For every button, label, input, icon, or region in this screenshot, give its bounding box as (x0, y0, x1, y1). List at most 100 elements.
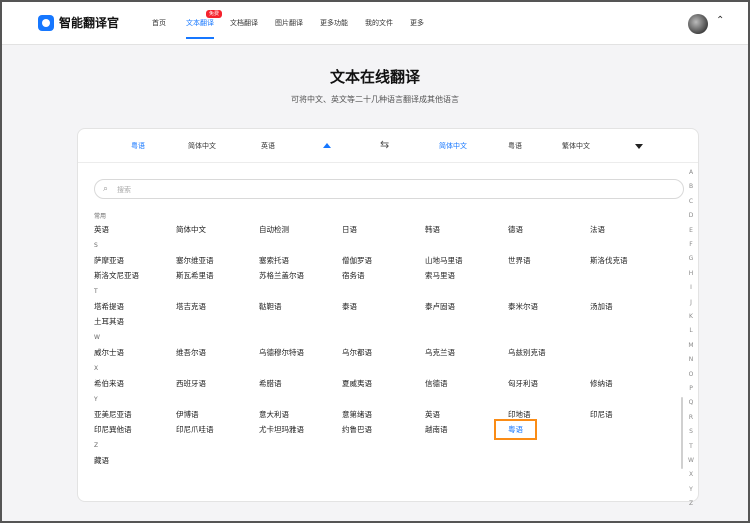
language-option[interactable]: 乌克兰语 (425, 347, 455, 358)
source-lang-option[interactable]: 粤语 (131, 141, 145, 151)
source-lang-option[interactable]: 英语 (261, 141, 275, 151)
caret-up-icon[interactable] (323, 143, 331, 148)
language-option[interactable]: 塞尔维亚语 (176, 255, 214, 266)
language-option[interactable]: 法语 (590, 224, 605, 235)
language-option[interactable]: 泰卢固语 (425, 301, 455, 312)
source-lang-option[interactable]: 简体中文 (188, 141, 216, 151)
section-letter: X (94, 365, 99, 372)
nav-item-text-translate[interactable]: 文本翻译 免费 (186, 2, 222, 45)
language-option[interactable]: 修纳语 (590, 378, 613, 389)
alphabet-index-item[interactable]: J (687, 299, 695, 306)
language-option[interactable]: 西班牙语 (176, 378, 206, 389)
alphabet-index-item[interactable]: R (687, 414, 695, 421)
alphabet-index-item[interactable]: M (687, 342, 695, 349)
avatar[interactable] (688, 14, 708, 34)
language-option[interactable]: 越南语 (425, 424, 448, 435)
language-option[interactable]: 世界语 (508, 255, 531, 266)
language-option[interactable]: 意大利语 (259, 409, 289, 420)
nav-item-image-translate[interactable]: 图片翻译 (275, 2, 303, 45)
language-option[interactable]: 塞索托语 (259, 255, 289, 266)
language-option[interactable]: 斯洛伐克语 (590, 255, 628, 266)
language-option[interactable]: 宿务语 (342, 270, 365, 281)
section-letter: S (94, 242, 98, 249)
language-option[interactable]: 印尼语 (590, 409, 613, 420)
alphabet-index-item[interactable]: K (687, 313, 695, 320)
alphabet-index-item[interactable]: Y (687, 486, 695, 493)
language-option[interactable]: 伊博语 (176, 409, 199, 420)
alphabet-index-item[interactable]: O (687, 371, 695, 378)
language-option[interactable]: 乌兹别克语 (508, 347, 546, 358)
alphabet-index-item[interactable]: A (687, 169, 695, 176)
language-option[interactable]: 简体中文 (176, 224, 206, 235)
language-option[interactable]: 鞑靼语 (259, 301, 282, 312)
alphabet-index-item[interactable]: B (687, 183, 695, 190)
alphabet-index-item[interactable]: Z (687, 500, 695, 507)
language-option[interactable]: 意第绪语 (342, 409, 372, 420)
target-lang-option[interactable]: 繁体中文 (562, 141, 590, 151)
nav-item-more[interactable]: 更多 (410, 2, 424, 45)
language-option[interactable]: 夏威夷语 (342, 378, 372, 389)
language-option[interactable]: 韩语 (425, 224, 440, 235)
alphabet-index-item[interactable]: I (687, 284, 695, 291)
language-option[interactable]: 英语 (425, 409, 440, 420)
nav-item-home[interactable]: 首页 (152, 2, 166, 45)
alphabet-index-item[interactable]: N (687, 356, 695, 363)
alphabet-index-item[interactable]: P (687, 385, 695, 392)
language-option[interactable]: 汤加语 (590, 301, 613, 312)
language-option[interactable]: 乌德穆尔特语 (259, 347, 304, 358)
app-logo[interactable]: 智能翻译官 (38, 14, 119, 31)
language-option[interactable]: 索马里语 (425, 270, 455, 281)
language-option[interactable]: 自动检测 (259, 224, 289, 235)
alphabet-index-item[interactable]: D (687, 212, 695, 219)
language-option[interactable]: 匈牙利语 (508, 378, 538, 389)
language-option[interactable]: 尤卡坦玛雅语 (259, 424, 304, 435)
language-option[interactable]: 塔希提语 (94, 301, 124, 312)
alphabet-index-item[interactable]: C (687, 198, 695, 205)
alphabet-index-item[interactable]: G (687, 255, 695, 262)
target-lang-option[interactable]: 粤语 (508, 141, 522, 151)
alphabet-index-item[interactable]: F (687, 241, 695, 248)
alphabet-index-item[interactable]: S (687, 428, 695, 435)
alphabet-index-item[interactable]: L (687, 327, 695, 334)
scrollbar[interactable] (681, 397, 683, 469)
language-option[interactable]: 威尔士语 (94, 347, 124, 358)
language-option-selected[interactable]: 粤语 (494, 419, 537, 440)
language-option[interactable]: 僧伽罗语 (342, 255, 372, 266)
language-option[interactable]: 信德语 (425, 378, 448, 389)
language-option[interactable]: 约鲁巴语 (342, 424, 372, 435)
alphabet-index-item[interactable]: T (687, 443, 695, 450)
language-option[interactable]: 德语 (508, 224, 523, 235)
language-option[interactable]: 亚美尼亚语 (94, 409, 132, 420)
language-option[interactable]: 英语 (94, 224, 109, 235)
target-lang-option[interactable]: 简体中文 (439, 141, 467, 151)
language-option[interactable]: 泰语 (342, 301, 357, 312)
language-search-input[interactable]: ⌕ 搜索 (94, 179, 684, 199)
language-option[interactable]: 印尼巽他语 (94, 424, 132, 435)
chevron-up-icon[interactable]: ⌃ (716, 15, 724, 26)
language-option[interactable]: 塔吉克语 (176, 301, 206, 312)
alphabet-index-item[interactable]: H (687, 270, 695, 277)
nav-item-doc-translate[interactable]: 文档翻译 (230, 2, 258, 45)
language-option[interactable]: 希腊语 (259, 378, 282, 389)
language-option[interactable]: 藏语 (94, 455, 109, 466)
language-option[interactable]: 乌尔都语 (342, 347, 372, 358)
alphabet-index-item[interactable]: X (687, 471, 695, 478)
caret-down-icon[interactable] (635, 144, 643, 149)
alphabet-index-item[interactable]: Q (687, 399, 695, 406)
language-option[interactable]: 泰米尔语 (508, 301, 538, 312)
language-option[interactable]: 希伯来语 (94, 378, 124, 389)
alphabet-index-item[interactable]: W (687, 457, 695, 464)
language-option[interactable]: 维吾尔语 (176, 347, 206, 358)
language-option[interactable]: 土耳其语 (94, 316, 124, 327)
alphabet-index-item[interactable]: E (687, 227, 695, 234)
swap-languages-icon[interactable]: ⇆ (380, 138, 389, 151)
language-option[interactable]: 山地马里语 (425, 255, 463, 266)
language-option[interactable]: 斯瓦希里语 (176, 270, 214, 281)
language-option[interactable]: 印尼爪哇语 (176, 424, 214, 435)
language-option[interactable]: 萨摩亚语 (94, 255, 124, 266)
language-option[interactable]: 苏格兰盖尔语 (259, 270, 304, 281)
language-option[interactable]: 斯洛文尼亚语 (94, 270, 139, 281)
nav-item-more-features[interactable]: 更多功能 (320, 2, 348, 45)
language-option[interactable]: 日语 (342, 224, 357, 235)
nav-item-my-files[interactable]: 我的文件 (365, 2, 393, 45)
